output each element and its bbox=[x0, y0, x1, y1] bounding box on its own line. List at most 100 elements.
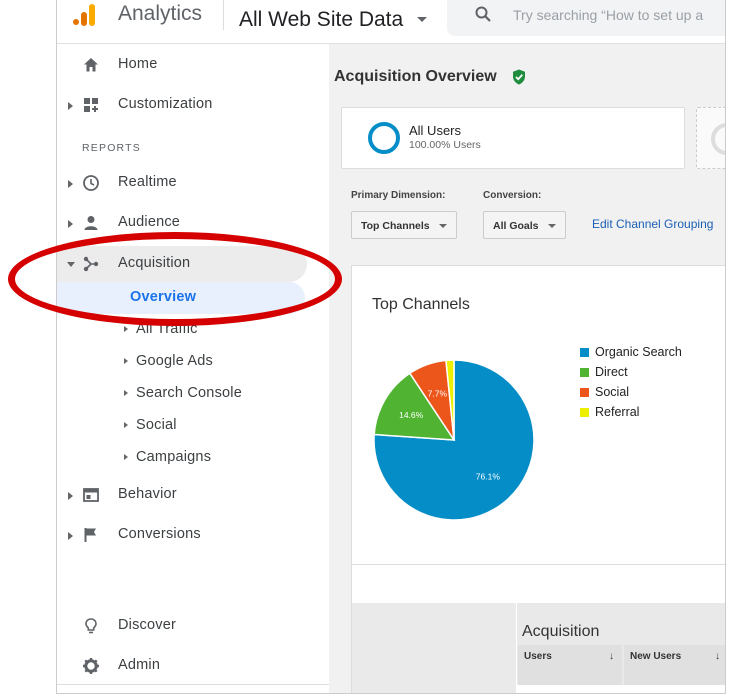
pie-chart: 76.1% 14.6% 7.7% bbox=[373, 359, 535, 521]
chart-legend: Organic Search Direct Social Referral bbox=[580, 342, 682, 422]
app-frame: Analytics All Web Site Data Home Customi… bbox=[56, 0, 726, 694]
chevron-right-icon[interactable] bbox=[68, 102, 73, 110]
sidebar-item-label: Home bbox=[118, 56, 158, 72]
column-label: Users bbox=[524, 651, 552, 662]
segment-ring-icon bbox=[711, 123, 725, 155]
pie-data-label: 14.6% bbox=[399, 410, 424, 420]
property-selector[interactable]: All Web Site Data bbox=[239, 8, 403, 32]
segment-ring-icon bbox=[368, 122, 400, 154]
primary-dimension-label: Primary Dimension: bbox=[351, 190, 446, 201]
segment-percentage: 100.00% Users bbox=[409, 139, 481, 151]
table-dimension-column bbox=[352, 603, 517, 693]
header-divider bbox=[223, 0, 224, 30]
pie-data-label: 76.1% bbox=[476, 471, 501, 481]
sidebar-item-label: Campaigns bbox=[136, 449, 212, 465]
column-label: New Users bbox=[630, 651, 682, 662]
conversion-dropdown[interactable]: All Goals bbox=[483, 211, 566, 239]
legend-item[interactable]: Organic Search bbox=[580, 342, 682, 362]
segment-card[interactable]: All Users 100.00% Users bbox=[341, 107, 685, 169]
sidebar-item-discover[interactable]: Discover bbox=[57, 608, 329, 644]
sidebar-item-social[interactable]: Social bbox=[57, 410, 329, 442]
red-highlight-annotation bbox=[8, 232, 342, 326]
app-title: Analytics bbox=[118, 2, 203, 25]
dropdown-value: Top Channels bbox=[361, 220, 430, 232]
chevron-right-icon[interactable] bbox=[124, 422, 128, 428]
pie-data-label: 7.7% bbox=[428, 388, 448, 398]
search-input[interactable] bbox=[513, 4, 725, 26]
dashboard-icon bbox=[84, 98, 98, 112]
sidebar-item-label: Conversions bbox=[118, 526, 201, 542]
sidebar-item-label: Audience bbox=[118, 214, 181, 230]
sidebar-item-label: Customization bbox=[118, 96, 213, 112]
sidebar-item-label: Realtime bbox=[118, 174, 177, 190]
dropdown-value: All Goals bbox=[493, 220, 539, 232]
reports-section-label: REPORTS bbox=[82, 142, 141, 154]
column-header-new-users[interactable]: New Users ↓ bbox=[624, 645, 725, 685]
chevron-right-icon[interactable] bbox=[124, 390, 128, 396]
legend-swatch bbox=[580, 347, 589, 357]
sidebar-item-admin[interactable]: Admin bbox=[57, 648, 329, 684]
edit-channel-grouping-link[interactable]: Edit Channel Grouping bbox=[592, 217, 713, 231]
person-icon bbox=[84, 216, 98, 230]
top-bar: Analytics All Web Site Data bbox=[57, 0, 725, 44]
chevron-right-icon[interactable] bbox=[124, 358, 128, 364]
chevron-right-icon[interactable] bbox=[124, 454, 128, 460]
sort-arrow-icon[interactable]: ↓ bbox=[609, 651, 614, 662]
primary-dimension-dropdown[interactable]: Top Channels bbox=[351, 211, 457, 239]
sidebar-item-home[interactable]: Home bbox=[57, 47, 329, 83]
chart-title: Top Channels bbox=[372, 296, 470, 313]
page-title: Acquisition Overview bbox=[334, 68, 497, 85]
top-channels-chart-card: Top Channels 76.1% 14.6% 7.7% Organic Sear… bbox=[351, 265, 725, 565]
sidebar-item-realtime[interactable]: Realtime bbox=[57, 165, 329, 201]
chevron-right-icon[interactable] bbox=[124, 326, 128, 332]
sidebar-item-campaigns[interactable]: Campaigns bbox=[57, 442, 329, 474]
chevron-down-icon bbox=[548, 224, 556, 228]
chevron-right-icon[interactable] bbox=[68, 532, 73, 540]
legend-item[interactable]: Social bbox=[580, 382, 682, 402]
gear-icon bbox=[83, 658, 99, 674]
sidebar-item-label: Social bbox=[136, 417, 177, 433]
sidebar: Home Customization REPORTS Realtime Audi… bbox=[57, 44, 329, 693]
chevron-right-icon[interactable] bbox=[68, 492, 73, 500]
sidebar-item-google-ads[interactable]: Google Ads bbox=[57, 346, 329, 378]
sidebar-item-label: Behavior bbox=[118, 486, 177, 502]
behavior-icon bbox=[83, 488, 99, 502]
lightbulb-icon bbox=[85, 618, 97, 634]
sidebar-item-behavior[interactable]: Behavior bbox=[57, 477, 329, 513]
search-icon[interactable] bbox=[475, 6, 491, 22]
segment-name: All Users bbox=[409, 123, 462, 138]
legend-swatch bbox=[580, 387, 589, 397]
sidebar-item-customization[interactable]: Customization bbox=[57, 87, 329, 123]
flag-icon bbox=[84, 528, 96, 542]
search-bar[interactable] bbox=[447, 0, 725, 36]
acquisition-table: Acquisition Users ↓ New Users ↓ bbox=[351, 565, 725, 693]
legend-swatch bbox=[580, 407, 589, 417]
sidebar-item-conversions[interactable]: Conversions bbox=[57, 517, 329, 553]
legend-label: Referral bbox=[595, 405, 640, 419]
chevron-right-icon[interactable] bbox=[68, 180, 73, 188]
sidebar-item-label: Discover bbox=[118, 617, 176, 633]
home-icon bbox=[84, 58, 98, 72]
verified-shield-icon bbox=[513, 69, 525, 85]
sidebar-item-label: Search Console bbox=[136, 385, 242, 401]
legend-swatch bbox=[580, 367, 589, 377]
main-content: Acquisition Overview All Users 100.00% U… bbox=[329, 44, 725, 693]
sidebar-item-search-console[interactable]: Search Console bbox=[57, 378, 329, 410]
legend-label: Organic Search bbox=[595, 345, 682, 359]
sidebar-divider bbox=[57, 684, 329, 685]
chevron-down-icon bbox=[439, 224, 447, 228]
chevron-down-icon[interactable] bbox=[417, 17, 427, 22]
clock-icon bbox=[83, 175, 99, 191]
legend-item[interactable]: Direct bbox=[580, 362, 682, 382]
sort-arrow-icon[interactable]: ↓ bbox=[715, 651, 720, 662]
column-header-users[interactable]: Users ↓ bbox=[518, 645, 622, 685]
sidebar-item-label: Admin bbox=[118, 657, 161, 673]
conversion-label: Conversion: bbox=[483, 190, 542, 201]
legend-label: Direct bbox=[595, 365, 628, 379]
legend-item[interactable]: Referral bbox=[580, 402, 682, 422]
sidebar-item-label: Google Ads bbox=[136, 353, 213, 369]
legend-label: Social bbox=[595, 385, 630, 399]
add-segment-card[interactable] bbox=[696, 107, 725, 169]
analytics-logo-icon[interactable] bbox=[71, 4, 99, 28]
chevron-right-icon[interactable] bbox=[68, 220, 73, 228]
